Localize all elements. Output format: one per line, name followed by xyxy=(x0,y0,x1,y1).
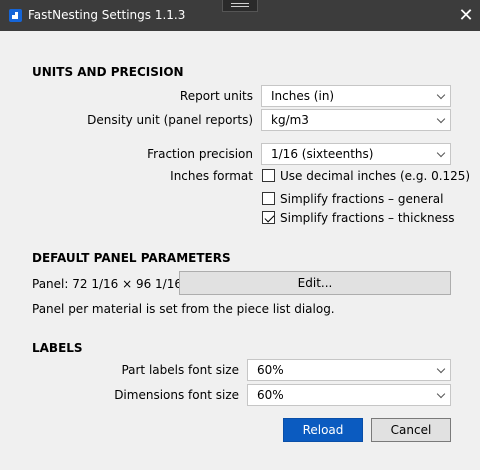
panel-size-label: Panel: 72 1/16 × 96 1/16 in xyxy=(32,277,197,291)
chevron-down-icon xyxy=(436,114,446,124)
inches-format-label: Inches format xyxy=(170,169,253,183)
density-unit-label: Density unit (panel reports) xyxy=(87,113,253,127)
fraction-precision-select[interactable]: 1/16 (sixteenths) xyxy=(261,143,451,165)
simplify-thickness-checkbox[interactable] xyxy=(262,211,275,224)
simplify-thickness-label[interactable]: Simplify fractions – thickness xyxy=(280,211,455,225)
part-labels-font-value: 60% xyxy=(257,363,284,377)
edit-panel-button[interactable]: Edit... xyxy=(179,271,451,295)
part-labels-font-label: Part labels font size xyxy=(121,363,239,377)
app-icon xyxy=(9,9,22,22)
density-unit-select[interactable]: kg/m3 xyxy=(261,109,451,131)
close-icon: ✕ xyxy=(458,5,474,26)
cancel-button[interactable]: Cancel xyxy=(371,418,451,442)
use-decimal-inches-label[interactable]: Use decimal inches (e.g. 0.125) xyxy=(280,169,470,183)
chevron-down-icon xyxy=(436,148,446,158)
panel-note: Panel per material is set from the piece… xyxy=(32,302,335,316)
dimensions-font-value: 60% xyxy=(257,388,284,402)
close-button[interactable]: ✕ xyxy=(452,0,480,31)
dimensions-font-select[interactable]: 60% xyxy=(247,384,451,406)
use-decimal-inches-checkbox[interactable] xyxy=(262,169,275,182)
fraction-precision-label: Fraction precision xyxy=(147,147,253,161)
window-title: FastNesting Settings 1.1.3 xyxy=(28,8,186,22)
chevron-down-icon xyxy=(436,90,446,100)
dimensions-font-label: Dimensions font size xyxy=(114,388,239,402)
density-unit-value: kg/m3 xyxy=(271,113,309,127)
report-units-label: Report units xyxy=(179,89,253,103)
report-units-select[interactable]: Inches (in) xyxy=(261,85,451,107)
panel-section-heading: DEFAULT PANEL PARAMETERS xyxy=(32,251,231,265)
labels-section-heading: LABELS xyxy=(32,341,83,355)
report-units-value: Inches (in) xyxy=(271,89,335,103)
title-bar: FastNesting Settings 1.1.3 ✕ xyxy=(0,0,480,31)
simplify-general-label[interactable]: Simplify fractions – general xyxy=(280,192,443,206)
chevron-down-icon xyxy=(436,364,446,374)
fraction-precision-value: 1/16 (sixteenths) xyxy=(271,147,374,161)
reload-button[interactable]: Reload xyxy=(283,418,363,442)
drag-grip-icon[interactable] xyxy=(222,0,258,12)
simplify-general-checkbox[interactable] xyxy=(262,192,275,205)
units-section-heading: UNITS AND PRECISION xyxy=(32,65,184,79)
part-labels-font-select[interactable]: 60% xyxy=(247,359,451,381)
chevron-down-icon xyxy=(436,389,446,399)
